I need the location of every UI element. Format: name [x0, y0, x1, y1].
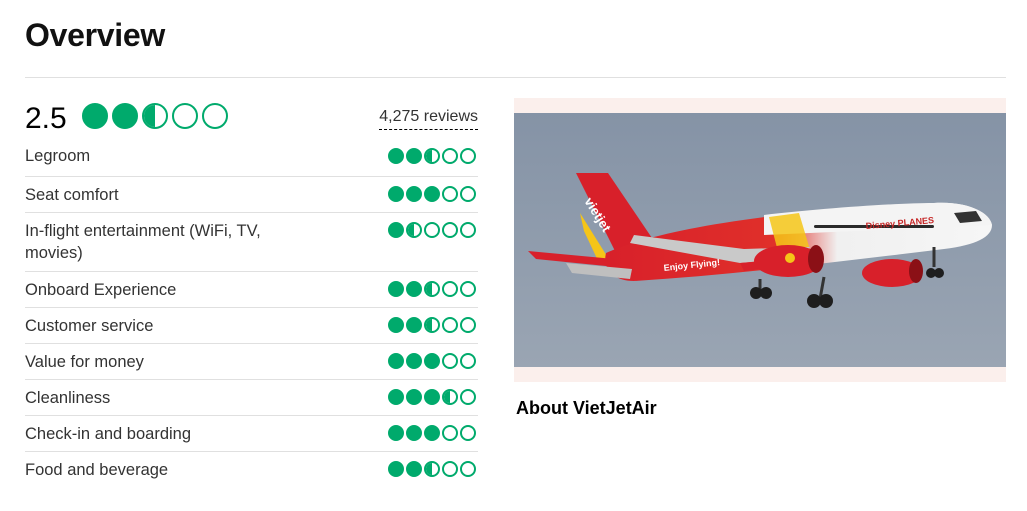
rating-bubble-empty — [424, 222, 440, 238]
rating-label: Food and beverage — [25, 461, 169, 479]
rating-bubble-full — [406, 148, 422, 164]
airline-photo[interactable]: vietjet Enjoy Flying! Disney PLANES — [514, 113, 1006, 367]
category-ratings-list: Legroom Seat comfort In-flight entertain… — [25, 142, 478, 488]
rating-bubble-half — [142, 103, 168, 129]
bubble-rating — [388, 222, 476, 238]
rating-bubble-empty — [442, 317, 458, 333]
rating-bubble-empty — [460, 186, 476, 202]
rating-bubble-full — [388, 353, 404, 369]
rating-bubble-full — [112, 103, 138, 129]
rating-bubble-half — [424, 281, 440, 297]
rating-bubble-half — [424, 317, 440, 333]
rating-label: In-flight entertainment (WiFi, TV, movie… — [25, 222, 261, 262]
rating-label: Cleanliness — [25, 389, 111, 407]
rating-bubble-half — [424, 461, 440, 477]
rating-bubble-full — [406, 186, 422, 202]
rating-bubble-full — [388, 425, 404, 441]
about-airline-heading[interactable]: About VietJetAir — [516, 398, 657, 419]
rating-bubble-half — [406, 222, 422, 238]
rating-bubble-empty — [460, 353, 476, 369]
airline-photo-frame: vietjet Enjoy Flying! Disney PLANES — [514, 98, 1006, 382]
page-title: Overview — [25, 17, 165, 53]
rating-bubble-full — [406, 281, 422, 297]
rating-bubble-full — [388, 222, 404, 238]
overall-rating: 2.5 4,275 reviews — [25, 96, 478, 142]
rating-label: Value for money — [25, 353, 144, 371]
rating-row-inflight-entertainment: In-flight entertainment (WiFi, TV, movie… — [25, 213, 478, 272]
rating-bubble-half — [424, 148, 440, 164]
rating-bubble-full — [406, 353, 422, 369]
rating-bubble-full — [388, 148, 404, 164]
rating-bubble-full — [388, 389, 404, 405]
overall-score: 2.5 — [25, 102, 67, 135]
rating-row-food-beverage: Food and beverage — [25, 452, 478, 488]
rating-bubble-empty — [460, 461, 476, 477]
rating-bubble-full — [388, 186, 404, 202]
rating-label: Onboard Experience — [25, 281, 177, 299]
rating-bubble-empty — [442, 353, 458, 369]
rating-bubble-full — [424, 353, 440, 369]
rating-row-check-in-boarding: Check-in and boarding — [25, 416, 478, 452]
rating-bubble-full — [388, 461, 404, 477]
overall-bubble-rating — [82, 103, 228, 129]
airplane-image: vietjet Enjoy Flying! Disney PLANES — [514, 113, 1006, 367]
rating-bubble-empty — [172, 103, 198, 129]
bubble-rating — [388, 148, 476, 164]
rating-bubble-empty — [460, 317, 476, 333]
rating-bubble-full — [424, 425, 440, 441]
rating-bubble-full — [82, 103, 108, 129]
bubble-rating — [388, 389, 476, 405]
rating-bubble-full — [424, 186, 440, 202]
rating-row-onboard-experience: Onboard Experience — [25, 272, 478, 308]
bubble-rating — [388, 425, 476, 441]
rating-label: Check-in and boarding — [25, 425, 192, 443]
rating-bubble-empty — [460, 425, 476, 441]
rating-bubble-full — [406, 389, 422, 405]
rating-bubble-full — [424, 389, 440, 405]
rating-bubble-empty — [442, 148, 458, 164]
rating-bubble-full — [388, 317, 404, 333]
rating-label: Seat comfort — [25, 186, 119, 204]
bubble-rating — [388, 317, 476, 333]
bubble-rating — [388, 186, 476, 202]
rating-bubble-empty — [442, 461, 458, 477]
rating-row-cleanliness: Cleanliness — [25, 380, 478, 416]
rating-bubble-empty — [442, 186, 458, 202]
rating-label: Legroom — [25, 147, 91, 165]
rating-bubble-full — [406, 317, 422, 333]
rating-bubble-empty — [442, 425, 458, 441]
rating-row-seat-comfort: Seat comfort — [25, 177, 478, 213]
rating-row-legroom: Legroom — [25, 142, 478, 177]
rating-bubble-full — [406, 461, 422, 477]
rating-bubble-half — [442, 389, 458, 405]
rating-bubble-empty — [460, 281, 476, 297]
bubble-rating — [388, 281, 476, 297]
bubble-rating — [388, 353, 476, 369]
section-divider — [25, 77, 1006, 78]
bubble-rating — [388, 461, 476, 477]
rating-bubble-full — [388, 281, 404, 297]
rating-label: Customer service — [25, 317, 154, 335]
rating-bubble-full — [406, 425, 422, 441]
rating-bubble-empty — [460, 222, 476, 238]
rating-row-customer-service: Customer service — [25, 308, 478, 344]
rating-bubble-empty — [442, 281, 458, 297]
ratings-panel: 2.5 4,275 reviews Legroom Seat comfort I… — [25, 96, 478, 488]
rating-bubble-empty — [460, 389, 476, 405]
rating-row-value-for-money: Value for money — [25, 344, 478, 380]
rating-bubble-empty — [460, 148, 476, 164]
rating-bubble-empty — [202, 103, 228, 129]
rating-bubble-empty — [442, 222, 458, 238]
reviews-count-link[interactable]: 4,275 reviews — [379, 108, 478, 130]
